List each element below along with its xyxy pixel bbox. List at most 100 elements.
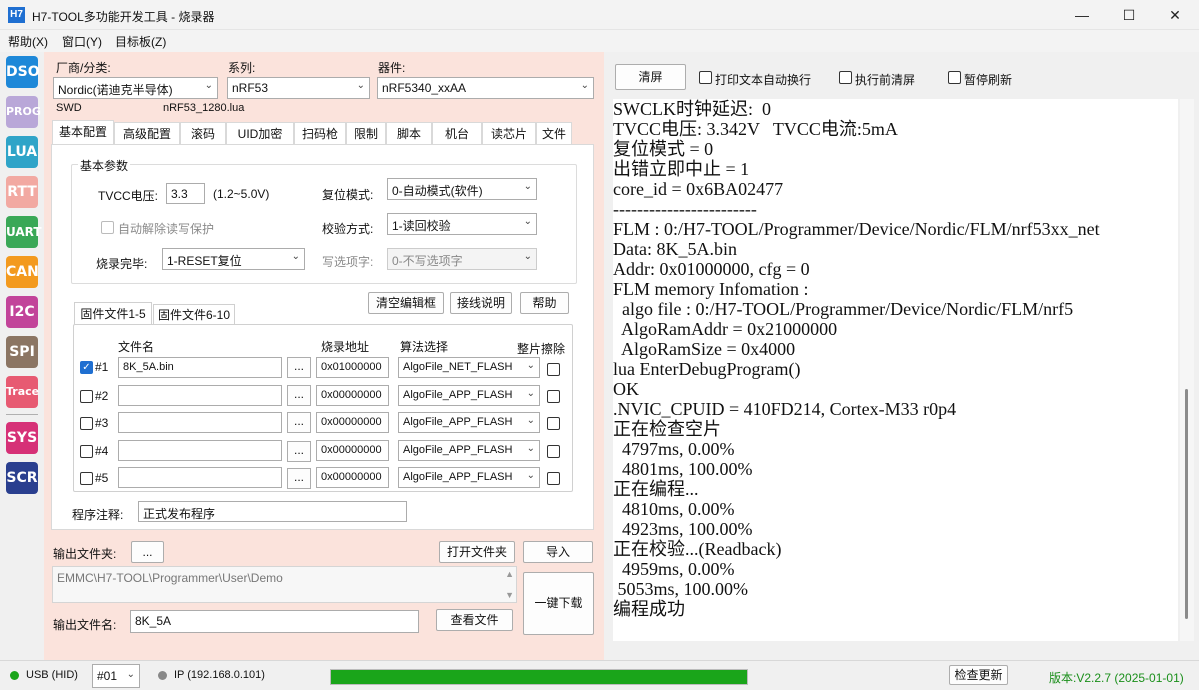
prog-module-icon[interactable]: PROG bbox=[6, 96, 41, 128]
output-path-box[interactable]: EMMC\H7-TOOL\Programmer\User\Demo ▲ ▼ bbox=[52, 566, 517, 603]
port-select[interactable]: #01 ⌄ bbox=[92, 664, 140, 688]
scr-module-icon[interactable]: SCR bbox=[6, 462, 38, 494]
firmware-3-algo-select[interactable]: AlgoFile_APP_FLASH ⌄ bbox=[398, 412, 540, 433]
column-file-name: 文件名 bbox=[118, 340, 155, 354]
finish-select[interactable]: 1-RESET复位 ⌄ bbox=[162, 248, 305, 270]
tvcc-input[interactable]: 3.3 bbox=[166, 183, 205, 204]
one-key-download-button[interactable]: 一键下载 bbox=[523, 572, 594, 635]
check-update-button[interactable]: 检查更新 bbox=[949, 665, 1008, 685]
i2c-module-icon[interactable]: I2C bbox=[6, 296, 38, 328]
close-button[interactable]: ✕ bbox=[1152, 0, 1198, 30]
firmware-2-file-input[interactable] bbox=[118, 385, 282, 406]
firmware-2-erase-checkbox[interactable] bbox=[547, 390, 560, 403]
tab-scanner[interactable]: 扫码枪 bbox=[294, 122, 346, 144]
firmware-3-file-input[interactable] bbox=[118, 412, 282, 433]
output-folder-browse-button[interactable]: ... bbox=[131, 541, 164, 563]
column-algorithm: 算法选择 bbox=[400, 340, 449, 354]
firmware-1-checkbox[interactable]: ✓ bbox=[80, 361, 93, 374]
firmware-5-id: #5 bbox=[95, 471, 109, 485]
auto-wrap-checkbox[interactable] bbox=[699, 71, 712, 84]
option-byte-select[interactable]: 0-不写选项字 ⌄ bbox=[387, 248, 537, 270]
log-output[interactable]: SWCLK时钟延迟: 0 TVCC电压: 3.342V TVCC电流:5mA 复位模… bbox=[613, 99, 1178, 641]
reset-mode-select[interactable]: 0-自动模式(软件) ⌄ bbox=[387, 178, 537, 200]
tab-read-chip[interactable]: 读芯片 bbox=[482, 122, 536, 144]
sys-module-icon[interactable]: SYS bbox=[6, 422, 38, 454]
verify-label: 校验方式: bbox=[322, 222, 374, 236]
firmware-2-address-input[interactable]: 0x00000000 bbox=[316, 385, 389, 406]
menu-target[interactable]: 目标板(Z) bbox=[115, 33, 166, 50]
firmware-5-algo-select[interactable]: AlgoFile_APP_FLASH ⌄ bbox=[398, 467, 540, 488]
view-file-button[interactable]: 查看文件 bbox=[436, 609, 513, 631]
output-filename-input[interactable]: 8K_5A bbox=[130, 610, 419, 633]
chevron-down-icon: ⌄ bbox=[526, 443, 535, 454]
firmware-4-address-input[interactable]: 0x00000000 bbox=[316, 440, 389, 461]
firmware-5-address-input[interactable]: 0x00000000 bbox=[316, 467, 389, 488]
clear-editor-button[interactable]: 清空编辑框 bbox=[368, 292, 444, 314]
firmware-1-algo-select[interactable]: AlgoFile_NET_FLASH ⌄ bbox=[398, 357, 540, 378]
sidebar-divider bbox=[6, 414, 38, 415]
auto-unlock-checkbox[interactable] bbox=[101, 221, 114, 234]
pause-refresh-checkbox[interactable] bbox=[948, 71, 961, 84]
device-select[interactable]: nRF5340_xxAA ⌄ bbox=[377, 77, 594, 99]
verify-select[interactable]: 1-读回校验 ⌄ bbox=[387, 213, 537, 235]
firmware-5-erase-checkbox[interactable] bbox=[547, 472, 560, 485]
tab-firmware-1-5[interactable]: 固件文件1-5 bbox=[74, 302, 152, 324]
open-folder-button[interactable]: 打开文件夹 bbox=[439, 541, 515, 563]
trace-module-icon[interactable]: Trace bbox=[6, 376, 39, 408]
firmware-3-address-input[interactable]: 0x00000000 bbox=[316, 412, 389, 433]
minimize-button[interactable]: — bbox=[1059, 0, 1105, 30]
firmware-5-browse-button[interactable]: ... bbox=[287, 468, 311, 489]
scroll-up-icon[interactable]: ▲ bbox=[505, 569, 514, 579]
firmware-4-checkbox[interactable] bbox=[80, 445, 93, 458]
firmware-1-id: #1 bbox=[95, 360, 109, 374]
wiring-guide-button[interactable]: 接线说明 bbox=[450, 292, 512, 314]
menu-help[interactable]: 帮助(X) bbox=[8, 33, 48, 50]
import-button[interactable]: 导入 bbox=[523, 541, 593, 563]
tab-file[interactable]: 文件 bbox=[536, 122, 572, 144]
firmware-1-file-input[interactable]: 8K_5A.bin bbox=[118, 357, 282, 378]
firmware-2-algo-select[interactable]: AlgoFile_APP_FLASH ⌄ bbox=[398, 385, 540, 406]
clear-before-run-checkbox[interactable] bbox=[839, 71, 852, 84]
firmware-4-browse-button[interactable]: ... bbox=[287, 441, 311, 462]
dso-module-icon[interactable]: DSO bbox=[6, 56, 40, 88]
firmware-1-address-input[interactable]: 0x01000000 bbox=[316, 357, 389, 378]
tab-script[interactable]: 脚本 bbox=[386, 122, 432, 144]
tab-firmware-6-10[interactable]: 固件文件6-10 bbox=[153, 304, 235, 324]
vendor-select[interactable]: Nordic(诺迪克半导体) ⌄ bbox=[53, 77, 218, 99]
column-address: 烧录地址 bbox=[321, 340, 370, 354]
tab-uid-encrypt[interactable]: UID加密 bbox=[226, 122, 294, 144]
scroll-down-icon[interactable]: ▼ bbox=[505, 590, 514, 600]
firmware-5-checkbox[interactable] bbox=[80, 472, 93, 485]
menu-window[interactable]: 窗口(Y) bbox=[62, 33, 102, 50]
firmware-3-erase-checkbox[interactable] bbox=[547, 417, 560, 430]
firmware-4-algo-select[interactable]: AlgoFile_APP_FLASH ⌄ bbox=[398, 440, 540, 461]
clear-screen-button[interactable]: 清屏 bbox=[615, 64, 686, 90]
tab-limit[interactable]: 限制 bbox=[346, 122, 386, 144]
log-scrollbar[interactable] bbox=[1180, 99, 1194, 641]
firmware-1-browse-button[interactable]: ... bbox=[287, 357, 311, 378]
help-button[interactable]: 帮助 bbox=[520, 292, 569, 314]
firmware-3-browse-button[interactable]: ... bbox=[287, 412, 311, 433]
program-note-input[interactable]: 正式发布程序 bbox=[138, 501, 407, 522]
firmware-2-browse-button[interactable]: ... bbox=[287, 385, 311, 406]
firmware-1-erase-checkbox[interactable] bbox=[547, 363, 560, 376]
maximize-button[interactable]: ☐ bbox=[1106, 0, 1152, 30]
tab-rolling-code[interactable]: 滚码 bbox=[180, 122, 226, 144]
spi-module-icon[interactable]: SPI bbox=[6, 336, 38, 368]
lua-module-icon[interactable]: LUA bbox=[6, 136, 38, 168]
firmware-4-id: #4 bbox=[95, 444, 109, 458]
tab-basic-config[interactable]: 基本配置 bbox=[52, 120, 114, 144]
can-module-icon[interactable]: CAN bbox=[6, 256, 39, 288]
firmware-5-file-input[interactable] bbox=[118, 467, 282, 488]
uart-module-icon[interactable]: UART bbox=[6, 216, 42, 248]
tab-machine[interactable]: 机台 bbox=[432, 122, 482, 144]
log-line: .NVIC_CPUID = 410FD214, Cortex-M33 r0p4 bbox=[613, 399, 957, 419]
tab-advanced-config[interactable]: 高级配置 bbox=[114, 122, 180, 144]
firmware-3-checkbox[interactable] bbox=[80, 417, 93, 430]
firmware-2-checkbox[interactable] bbox=[80, 390, 93, 403]
firmware-4-erase-checkbox[interactable] bbox=[547, 445, 560, 458]
series-select[interactable]: nRF53 ⌄ bbox=[227, 77, 370, 99]
firmware-4-file-input[interactable] bbox=[118, 440, 282, 461]
log-scroll-thumb[interactable] bbox=[1185, 389, 1188, 619]
rtt-module-icon[interactable]: RTT bbox=[6, 176, 38, 208]
